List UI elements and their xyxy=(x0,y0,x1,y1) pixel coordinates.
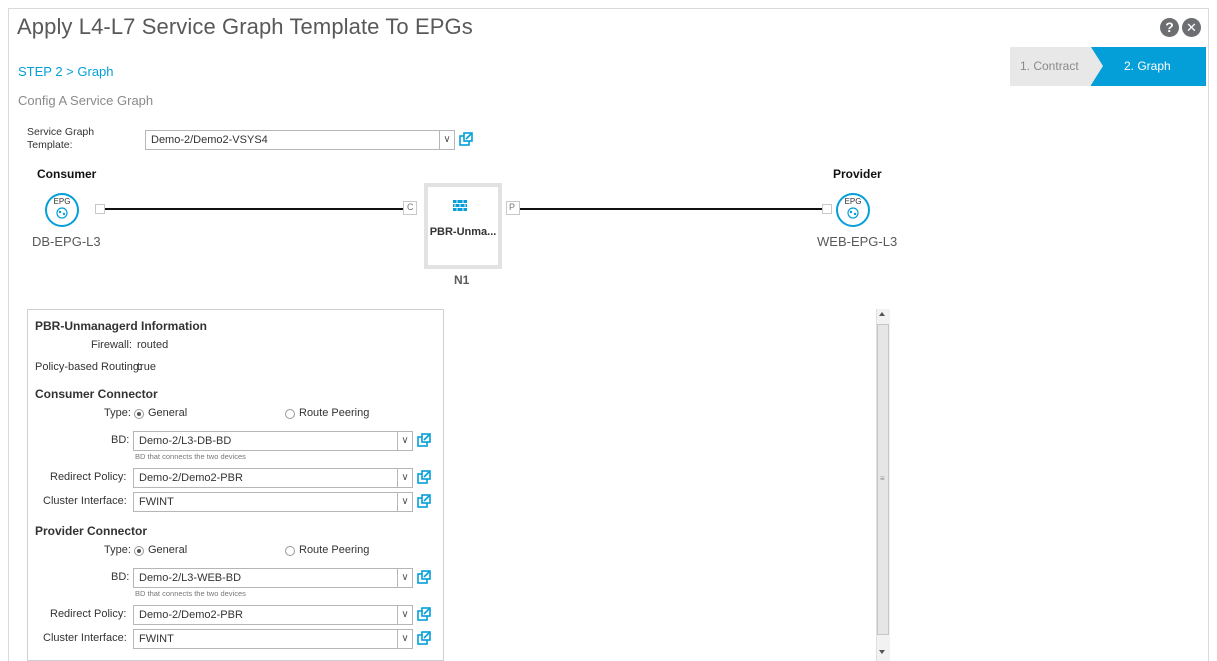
scroll-up-icon[interactable] xyxy=(879,312,885,316)
consumer-title: Consumer xyxy=(37,167,97,181)
firewall-icon xyxy=(453,200,467,211)
provider-epg-node[interactable]: EPG xyxy=(836,193,870,227)
open-external-icon[interactable] xyxy=(417,570,431,584)
provider-link xyxy=(520,208,822,210)
node-port-p-label: P xyxy=(509,202,516,212)
provider-cluster-label: Cluster Interface: xyxy=(43,632,127,644)
provider-bd-select[interactable]: Demo-2/L3-WEB-BD xyxy=(133,568,398,588)
provider-type-label: Type: xyxy=(104,544,131,556)
consumer-bd-hint: BD that connects the two devices xyxy=(135,452,246,461)
open-external-icon[interactable] xyxy=(417,631,431,645)
provider-bd-label: BD: xyxy=(111,571,130,583)
template-label: Service Graph Template: xyxy=(27,126,95,151)
provider-epg-name: WEB-EPG-L3 xyxy=(817,234,898,249)
consumer-type-route-peering-radio[interactable] xyxy=(285,409,295,419)
epg-icon xyxy=(56,207,68,219)
chevron-down-icon[interactable]: ∨ xyxy=(397,431,413,451)
open-external-icon[interactable] xyxy=(459,132,473,146)
consumer-type-general-label: General xyxy=(148,407,188,419)
scroll-grip-icon: ≡ xyxy=(880,474,885,483)
consumer-connector-heading: Consumer Connector xyxy=(35,387,158,401)
dialog-title: Apply L4-L7 Service Graph Template To EP… xyxy=(17,14,473,39)
scroll-down-icon[interactable] xyxy=(879,650,885,654)
open-external-icon[interactable] xyxy=(417,470,431,484)
open-external-icon[interactable] xyxy=(417,607,431,621)
service-node-id: N1 xyxy=(454,273,470,287)
pbr-label: Policy-based Routing: xyxy=(35,361,143,373)
consumer-cluster-label: Cluster Interface: xyxy=(43,495,127,507)
chevron-down-icon[interactable]: ∨ xyxy=(397,605,413,625)
consumer-epg-badge: EPG xyxy=(53,197,71,206)
wizard-step-graph[interactable]: 2. Graph xyxy=(1091,47,1206,86)
consumer-link xyxy=(105,208,403,210)
open-external-icon[interactable] xyxy=(417,433,431,447)
epg-icon xyxy=(847,207,859,219)
provider-redirect-label: Redirect Policy: xyxy=(50,608,127,620)
consumer-bd-select[interactable]: Demo-2/L3-DB-BD xyxy=(133,431,398,451)
provider-epg-badge: EPG xyxy=(844,197,862,206)
info-heading: PBR-Unmanagerd Information xyxy=(35,319,208,333)
provider-type-route-peering-label: Route Peering xyxy=(299,544,370,556)
section-subtitle: Config A Service Graph xyxy=(18,93,154,108)
provider-port xyxy=(822,204,832,214)
wizard-step-contract[interactable]: 1. Contract xyxy=(1010,47,1101,86)
provider-bd-hint: BD that connects the two devices xyxy=(135,589,246,598)
provider-type-route-peering-radio[interactable] xyxy=(285,546,295,556)
consumer-bd-label: BD: xyxy=(111,434,130,446)
consumer-redirect-label: Redirect Policy: xyxy=(50,471,127,483)
template-select[interactable]: Demo-2/Demo2-VSYS4 xyxy=(145,130,440,150)
chevron-down-icon[interactable]: ∨ xyxy=(397,629,413,649)
firewall-value: routed xyxy=(137,339,169,351)
provider-cluster-select[interactable]: FWINT xyxy=(133,629,398,649)
consumer-port xyxy=(95,204,105,214)
provider-type-general-radio[interactable] xyxy=(134,546,144,556)
consumer-type-route-peering-label: Route Peering xyxy=(299,407,370,419)
close-icon[interactable]: ✕ xyxy=(1182,18,1201,37)
wizard-step-arrow xyxy=(1091,47,1103,85)
consumer-type-label: Type: xyxy=(104,407,131,419)
provider-type-general-label: General xyxy=(148,544,188,556)
provider-title: Provider xyxy=(833,167,882,181)
firewall-label: Firewall: xyxy=(91,339,132,351)
chevron-down-icon[interactable]: ∨ xyxy=(439,130,455,150)
pbr-value: true xyxy=(137,361,156,373)
provider-redirect-select[interactable]: Demo-2/Demo2-PBR xyxy=(133,605,398,625)
consumer-type-general-radio[interactable] xyxy=(134,409,144,419)
consumer-redirect-select[interactable]: Demo-2/Demo2-PBR xyxy=(133,468,398,488)
consumer-epg-name: DB-EPG-L3 xyxy=(32,234,101,249)
chevron-down-icon[interactable]: ∨ xyxy=(397,492,413,512)
help-icon[interactable]: ? xyxy=(1160,18,1179,37)
node-port-c-label: C xyxy=(407,202,414,212)
provider-connector-heading: Provider Connector xyxy=(35,524,148,538)
service-node-name: PBR-Unma... xyxy=(429,226,497,238)
chevron-down-icon[interactable]: ∨ xyxy=(397,568,413,588)
breadcrumb: STEP 2 > Graph xyxy=(18,64,114,79)
open-external-icon[interactable] xyxy=(417,494,431,508)
consumer-epg-node[interactable]: EPG xyxy=(45,193,79,227)
consumer-cluster-select[interactable]: FWINT xyxy=(133,492,398,512)
chevron-down-icon[interactable]: ∨ xyxy=(397,468,413,488)
